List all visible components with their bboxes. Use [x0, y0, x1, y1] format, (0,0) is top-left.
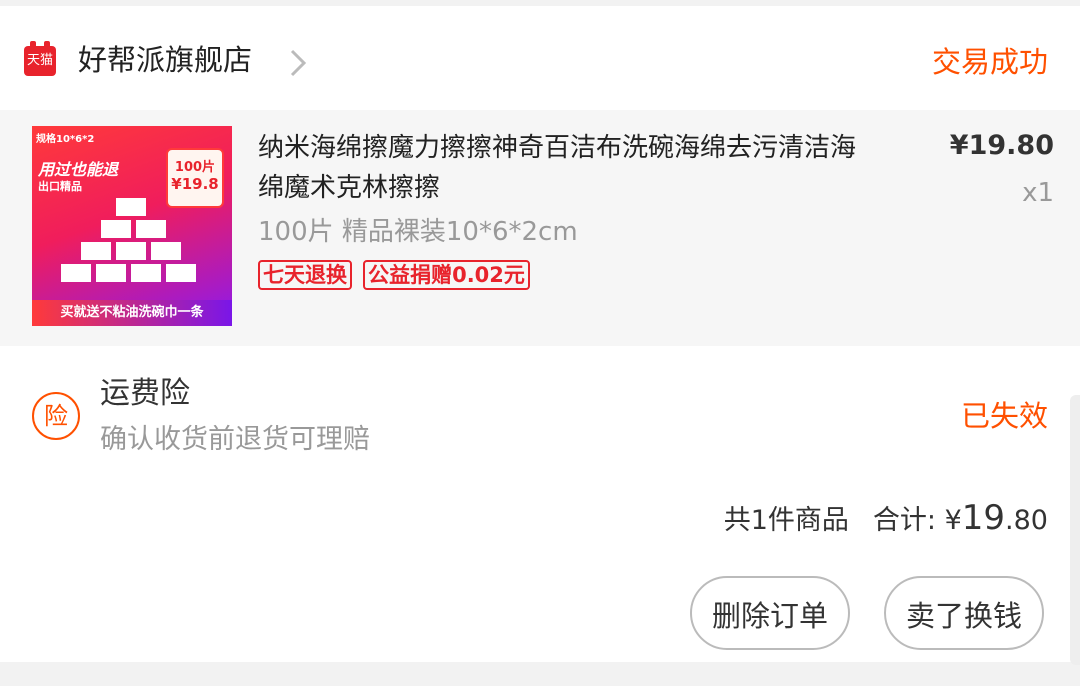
- delete-order-button[interactable]: 删除订单: [690, 576, 850, 650]
- total-amount-int: 19: [961, 498, 1006, 538]
- insurance-icon: 险: [32, 392, 80, 440]
- product-price: ¥19.80: [949, 130, 1054, 161]
- sell-for-cash-button[interactable]: 卖了换钱: [884, 576, 1044, 650]
- order-summary: 共1件商品 合计: ¥19.80: [724, 496, 1048, 543]
- scrollbar[interactable]: [1070, 395, 1080, 665]
- shipping-insurance[interactable]: 险 运费险 确认收货前退货可理赔 已失效: [0, 346, 1080, 470]
- order-card: 天猫 好帮派旗舰店 交易成功 规格10*6*2 用过也能退 出口精品 100片 …: [0, 6, 1080, 662]
- thumb-slogan: 用过也能退: [38, 160, 119, 179]
- product-sku: 100片 精品裸装10*6*2cm: [258, 217, 578, 247]
- chevron-right-icon[interactable]: [286, 48, 310, 78]
- thumb-qty: 100片: [174, 160, 216, 175]
- sponge-cubes-image: [56, 198, 206, 298]
- thumb-subtitle: 出口精品: [38, 180, 82, 193]
- store-name[interactable]: 好帮派旗舰店: [78, 40, 252, 80]
- thumb-footer: 买就送不粘油洗碗巾一条: [32, 300, 232, 326]
- order-status: 交易成功: [931, 45, 1048, 79]
- total-amount-dec: .80: [1005, 505, 1048, 536]
- product-quantity: x1: [1022, 178, 1054, 208]
- insurance-description: 确认收货前退货可理赔: [100, 424, 370, 455]
- total-label: 合计:: [872, 505, 936, 536]
- product-thumbnail[interactable]: 规格10*6*2 用过也能退 出口精品 100片 ¥19.8 买就送不粘油洗碗巾…: [32, 126, 232, 326]
- thumb-spec: 规格10*6*2: [36, 134, 95, 145]
- total-currency: ¥: [944, 505, 962, 536]
- store-header[interactable]: 天猫 好帮派旗舰店 交易成功: [0, 6, 1080, 110]
- product-item[interactable]: 规格10*6*2 用过也能退 出口精品 100片 ¥19.8 买就送不粘油洗碗巾…: [0, 110, 1080, 346]
- tag-return-7days: 七天退换: [258, 260, 352, 290]
- product-title[interactable]: 纳米海绵擦魔力擦擦神奇百洁布洗碗海绵去污清洁海绵魔术克林擦擦: [258, 128, 878, 208]
- thumb-price: ¥19.8: [171, 175, 219, 193]
- service-tags: 七天退换 公益捐赠0.02元: [258, 260, 536, 290]
- tag-charity: 公益捐赠0.02元: [363, 260, 530, 290]
- insurance-status: 已失效: [960, 399, 1048, 433]
- item-count: 共1件商品: [723, 505, 849, 536]
- tmall-logo-icon: 天猫: [24, 41, 56, 76]
- insurance-title: 运费险: [100, 376, 190, 411]
